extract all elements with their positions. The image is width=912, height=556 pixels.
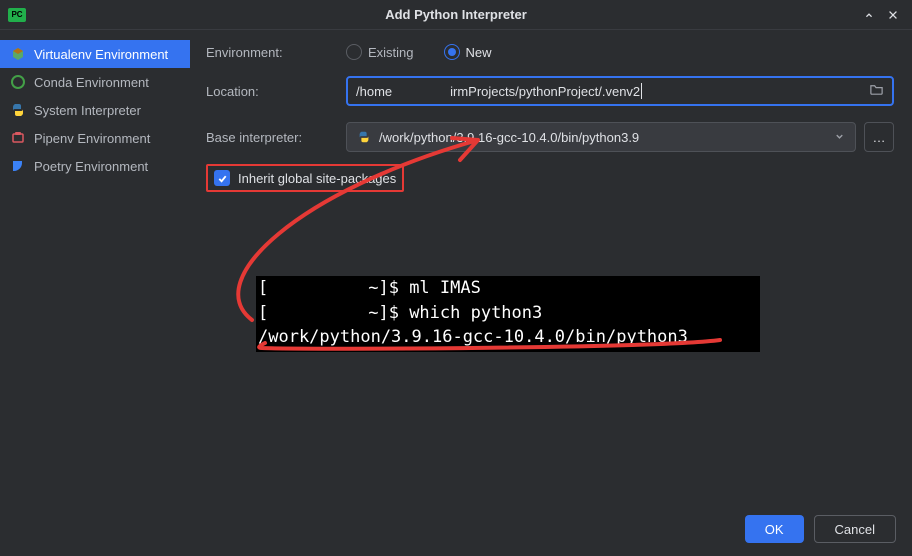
sidebar-item-system[interactable]: System Interpreter <box>0 96 190 124</box>
conda-icon <box>10 74 26 90</box>
radio-new[interactable]: New <box>444 44 492 60</box>
sidebar-item-pipenv[interactable]: Pipenv Environment <box>0 124 190 152</box>
window-title: Add Python Interpreter <box>0 7 912 22</box>
inherit-site-packages-checkbox[interactable] <box>214 170 230 186</box>
sidebar-item-conda[interactable]: Conda Environment <box>0 68 190 96</box>
chevron-down-icon <box>834 130 845 145</box>
location-value-right: irmProjects/pythonProject/.venv2 <box>450 84 640 99</box>
inherit-site-packages-annotation-box: Inherit global site-packages <box>206 164 404 192</box>
ok-button-label: OK <box>765 522 784 537</box>
python-icon <box>10 102 26 118</box>
cancel-button-label: Cancel <box>835 522 875 537</box>
radio-existing[interactable]: Existing <box>346 44 414 60</box>
python-icon <box>357 130 371 144</box>
dialog-footer: OK Cancel <box>0 502 912 556</box>
text-cursor <box>641 83 642 99</box>
inherit-site-packages-label: Inherit global site-packages <box>238 171 396 186</box>
main-panel: Environment: Existing New Location: /hom… <box>190 30 912 502</box>
sidebar-item-virtualenv[interactable]: Virtualenv Environment <box>0 40 190 68</box>
radio-dot-icon <box>346 44 362 60</box>
base-interpreter-label: Base interpreter: <box>206 130 346 145</box>
sidebar: Virtualenv Environment Conda Environment… <box>0 30 190 502</box>
radio-new-label: New <box>466 45 492 60</box>
terminal-snippet: [~]$ ml IMAS [~]$ which python3 /work/py… <box>256 276 760 352</box>
sidebar-item-label: Pipenv Environment <box>34 131 150 146</box>
sidebar-item-poetry[interactable]: Poetry Environment <box>0 152 190 180</box>
location-label: Location: <box>206 84 346 99</box>
sidebar-item-label: Virtualenv Environment <box>34 47 168 62</box>
location-value-left: /home <box>356 84 392 99</box>
expand-icon[interactable] <box>862 8 876 22</box>
ellipsis-icon: … <box>873 130 886 145</box>
sidebar-item-label: Poetry Environment <box>34 159 148 174</box>
app-icon: PC <box>8 8 26 22</box>
cancel-button[interactable]: Cancel <box>814 515 896 543</box>
base-interpreter-value: /work/python/3.9.16-gcc-10.4.0/bin/pytho… <box>379 130 639 145</box>
ok-button[interactable]: OK <box>745 515 804 543</box>
close-icon[interactable] <box>886 8 900 22</box>
virtualenv-icon <box>10 46 26 62</box>
environment-label: Environment: <box>206 45 346 60</box>
location-input[interactable]: /home irmProjects/pythonProject/.venv2 <box>346 76 894 106</box>
sidebar-item-label: Conda Environment <box>34 75 149 90</box>
browse-interpreter-button[interactable]: … <box>864 122 894 152</box>
sidebar-item-label: System Interpreter <box>34 103 141 118</box>
browse-folder-icon[interactable] <box>869 82 884 100</box>
radio-dot-icon <box>444 44 460 60</box>
base-interpreter-dropdown[interactable]: /work/python/3.9.16-gcc-10.4.0/bin/pytho… <box>346 122 856 152</box>
pipenv-icon <box>10 130 26 146</box>
titlebar: PC Add Python Interpreter <box>0 0 912 30</box>
poetry-icon <box>10 158 26 174</box>
radio-existing-label: Existing <box>368 45 414 60</box>
